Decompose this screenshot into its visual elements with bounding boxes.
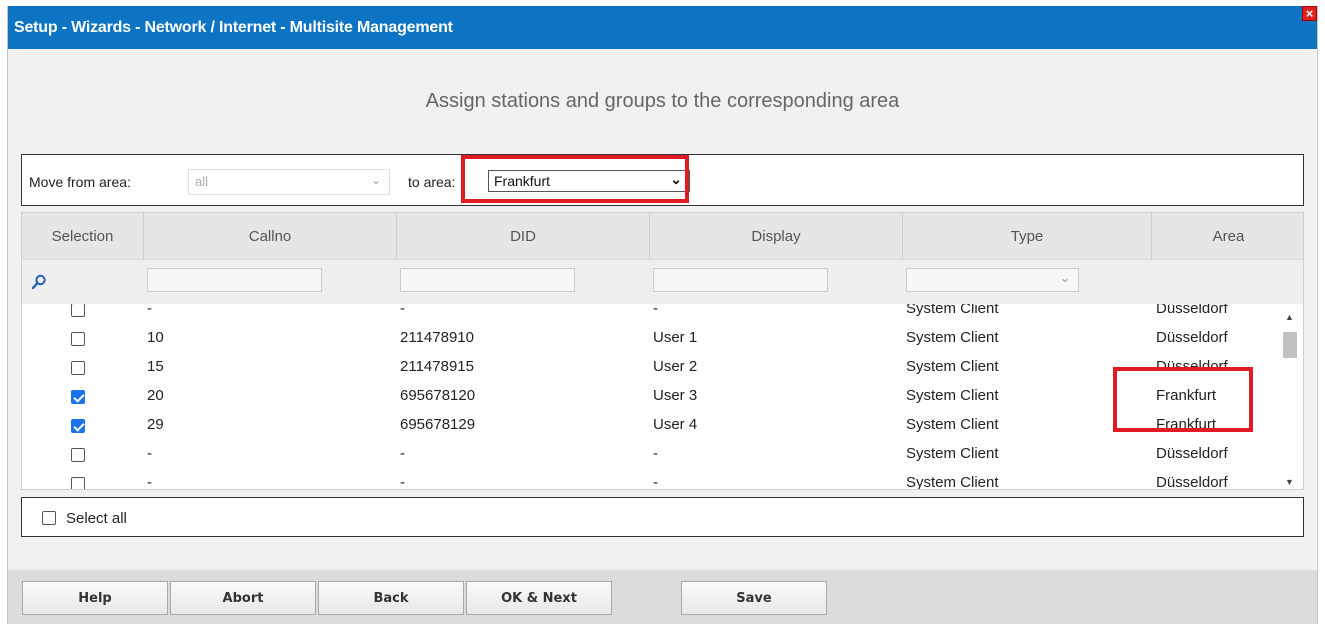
- col-callno[interactable]: Callno: [144, 213, 397, 259]
- callno-cell: 20: [147, 387, 164, 404]
- ok-next-button[interactable]: OK & Next: [466, 581, 612, 615]
- callno-cell: 29: [147, 416, 164, 433]
- display-cell: User 2: [653, 358, 698, 375]
- to-area-select[interactable]: Frankfurt ⌄: [488, 170, 690, 192]
- callno-cell: -: [147, 445, 152, 462]
- callno-cell: -: [147, 304, 152, 317]
- callno-cell: 10: [147, 329, 164, 346]
- grid-rows: - - - System Client Düsseldorf 10 211478910 Use…: [22, 304, 1277, 490]
- table-row[interactable]: - - - System Client Düsseldorf: [22, 468, 1277, 490]
- callno-cell: 15: [147, 358, 164, 375]
- scroll-thumb[interactable]: [1283, 332, 1297, 358]
- type-cell: System Client: [906, 387, 999, 404]
- row-checkbox[interactable]: [71, 448, 85, 462]
- table-row[interactable]: 10 211478910 User 1 System Client Düsseldorf: [22, 323, 1277, 352]
- abort-button[interactable]: Abort: [170, 581, 316, 615]
- display-cell: User 3: [653, 387, 698, 404]
- type-cell: System Client: [906, 304, 999, 317]
- close-icon[interactable]: ×: [1302, 6, 1317, 21]
- chevron-down-icon: ⌄: [670, 171, 682, 187]
- did-cell: -: [400, 474, 405, 490]
- col-type[interactable]: Type: [903, 213, 1152, 259]
- table-row[interactable]: 29 695678129 User 4 System Client Frankfurt: [22, 410, 1277, 439]
- move-area-bar: Move from area: all ⌄ to area: Frankfurt…: [21, 154, 1304, 206]
- select-all-checkbox[interactable]: [42, 511, 56, 525]
- row-checkbox[interactable]: [71, 477, 85, 489]
- did-cell: 211478910: [400, 329, 474, 346]
- grid-scrollbar[interactable]: ▲ ▼: [1277, 304, 1303, 489]
- callno-cell: -: [147, 474, 152, 490]
- table-row[interactable]: - - - System Client Düsseldorf: [22, 304, 1277, 323]
- did-cell: 695678129: [400, 416, 476, 433]
- callno-filter-input[interactable]: [147, 268, 322, 292]
- type-filter-select[interactable]: ⌄: [906, 268, 1079, 292]
- did-cell: 695678120: [400, 387, 476, 404]
- window-title: Setup - Wizards - Network / Internet - M…: [14, 18, 453, 36]
- row-checkbox[interactable]: [71, 332, 85, 346]
- search-icon[interactable]: [31, 274, 47, 290]
- display-cell: -: [653, 304, 658, 317]
- display-cell: -: [653, 445, 658, 462]
- table-row[interactable]: 20 695678120 User 3 System Client Frankfurt: [22, 381, 1277, 410]
- chevron-down-icon: ⌄: [1059, 271, 1070, 285]
- area-cell: Düsseldorf: [1156, 445, 1228, 462]
- area-cell: Frankfurt: [1156, 387, 1217, 404]
- move-from-label: Move from area:: [29, 174, 131, 190]
- to-area-label: to area:: [408, 174, 456, 190]
- did-cell: -: [400, 304, 405, 317]
- row-checkbox[interactable]: [71, 361, 85, 375]
- col-selection[interactable]: Selection: [22, 213, 144, 259]
- move-from-select: all ⌄: [188, 169, 390, 195]
- display-cell: -: [653, 474, 658, 490]
- stations-grid: Selection Callno DID Display Type Area ⌄…: [21, 212, 1304, 490]
- save-button[interactable]: Save: [681, 581, 827, 615]
- area-cell: Düsseldorf: [1156, 474, 1228, 490]
- area-cell: Frankfurt: [1156, 416, 1217, 433]
- scroll-up-icon[interactable]: ▲: [1285, 312, 1294, 322]
- back-button[interactable]: Back: [318, 581, 464, 615]
- grid-header: Selection Callno DID Display Type Area: [22, 213, 1303, 259]
- col-did[interactable]: DID: [397, 213, 650, 259]
- did-cell: 211478915: [400, 358, 474, 375]
- help-button[interactable]: Help: [22, 581, 168, 615]
- type-cell: System Client: [906, 329, 999, 346]
- table-row[interactable]: 15 211478915 User 2 System Client Düsseldorf: [22, 352, 1277, 381]
- title-bar: Setup - Wizards - Network / Internet - M…: [8, 6, 1317, 49]
- type-cell: System Client: [906, 445, 999, 462]
- row-checkbox[interactable]: [71, 304, 85, 317]
- move-from-value: all: [195, 174, 209, 189]
- col-display[interactable]: Display: [650, 213, 903, 259]
- wizard-window: Setup - Wizards - Network / Internet - M…: [7, 6, 1318, 624]
- display-cell: User 4: [653, 416, 698, 433]
- did-filter-input[interactable]: [400, 268, 575, 292]
- area-cell: Düsseldorf: [1156, 304, 1228, 317]
- table-row[interactable]: - - - System Client Düsseldorf: [22, 439, 1277, 468]
- to-area-value: Frankfurt: [494, 173, 551, 189]
- area-cell: Düsseldorf: [1156, 329, 1228, 346]
- display-filter-input[interactable]: [653, 268, 828, 292]
- chevron-down-icon: ⌄: [370, 173, 381, 187]
- select-all-bar: Select all: [21, 497, 1304, 537]
- type-cell: System Client: [906, 416, 999, 433]
- filter-row: ⌄: [22, 259, 1303, 304]
- type-cell: System Client: [906, 358, 999, 375]
- button-bar: Help Abort Back OK & Next Save: [8, 570, 1317, 624]
- display-cell: User 1: [653, 329, 698, 346]
- page-heading: Assign stations and groups to the corres…: [425, 90, 900, 112]
- scroll-down-icon[interactable]: ▼: [1285, 477, 1294, 487]
- row-checkbox[interactable]: [71, 390, 85, 404]
- type-cell: System Client: [906, 474, 999, 490]
- select-all-label: Select all: [66, 510, 127, 527]
- did-cell: -: [400, 445, 405, 462]
- row-checkbox[interactable]: [71, 419, 85, 433]
- col-area[interactable]: Area: [1152, 213, 1303, 259]
- area-cell: Düsseldorf: [1156, 358, 1228, 375]
